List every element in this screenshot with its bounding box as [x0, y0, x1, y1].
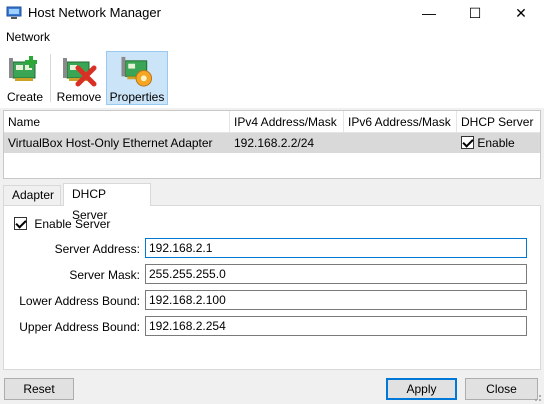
- minimize-icon: —: [422, 5, 436, 21]
- properties-label: Properties: [109, 90, 165, 104]
- close-window-button[interactable]: ✕: [498, 0, 544, 26]
- network-card-remove-icon: [63, 58, 97, 87]
- properties-button[interactable]: Properties: [106, 51, 168, 105]
- create-label: Create: [6, 90, 44, 104]
- create-button[interactable]: Create: [3, 51, 47, 105]
- close-icon: ✕: [515, 4, 527, 21]
- adapter-name-cell: VirtualBox Host-Only Ethernet Adapter: [8, 136, 213, 150]
- lower-bound-label: Lower Address Bound:: [19, 294, 140, 308]
- menu-network[interactable]: Network: [6, 30, 50, 44]
- lower-bound-input[interactable]: [145, 290, 527, 310]
- network-card-add-icon: [9, 56, 37, 81]
- dhcp-enable-label: Enable: [477, 136, 515, 150]
- adapter-dhcp-cell: Enable: [457, 133, 540, 153]
- reset-button[interactable]: Reset: [4, 378, 74, 400]
- minimize-button[interactable]: —: [406, 0, 452, 26]
- column-header-dhcp[interactable]: DHCP Server: [457, 111, 540, 133]
- dhcp-server-panel: Enable Server Server Address: Server Mas…: [3, 205, 541, 370]
- close-button[interactable]: Close: [465, 378, 538, 400]
- column-header-ipv6[interactable]: IPv6 Address/Mask: [344, 111, 457, 133]
- window-title: Host Network Manager: [28, 5, 161, 20]
- adapter-ipv4-cell: 192.168.2.2/24: [234, 136, 315, 150]
- column-header-ipv4[interactable]: IPv4 Address/Mask: [230, 111, 344, 133]
- resize-grip-icon[interactable]: [532, 392, 542, 402]
- table-row[interactable]: VirtualBox Host-Only Ethernet Adapter 19…: [4, 133, 540, 153]
- title-bar: Host Network Manager — ☐ ✕: [0, 0, 544, 26]
- tab-dhcp-server[interactable]: DHCP Server: [63, 183, 151, 222]
- maximize-button[interactable]: ☐: [452, 0, 498, 26]
- server-mask-input[interactable]: [145, 264, 527, 284]
- column-header-name[interactable]: Name: [4, 111, 230, 133]
- adapters-table: Name IPv4 Address/Mask IPv6 Address/Mask…: [3, 110, 541, 179]
- dhcp-enable-checkbox[interactable]: [461, 136, 474, 149]
- toolbar: Create Remove Properties: [0, 48, 544, 108]
- server-address-label: Server Address:: [54, 242, 140, 256]
- enable-server-checkbox[interactable]: [14, 217, 27, 230]
- remove-button[interactable]: Remove: [55, 51, 103, 105]
- upper-bound-input[interactable]: [145, 316, 527, 336]
- network-card-properties-icon: [121, 56, 153, 87]
- adapter-ipv6-cell: [344, 133, 457, 153]
- upper-bound-label: Upper Address Bound:: [19, 320, 140, 334]
- toolbar-separator: [50, 54, 51, 102]
- apply-button[interactable]: Apply: [386, 378, 457, 400]
- network-manager-app-icon: [6, 5, 22, 21]
- server-address-input[interactable]: [145, 238, 527, 258]
- maximize-icon: ☐: [468, 4, 482, 21]
- server-mask-label: Server Mask:: [69, 268, 140, 282]
- remove-label: Remove: [56, 90, 102, 104]
- tab-adapter[interactable]: Adapter: [3, 185, 61, 205]
- menu-bar: Network: [0, 26, 544, 48]
- table-header: Name IPv4 Address/Mask IPv6 Address/Mask…: [4, 111, 540, 133]
- tab-bar: Adapter DHCP Server: [3, 183, 541, 222]
